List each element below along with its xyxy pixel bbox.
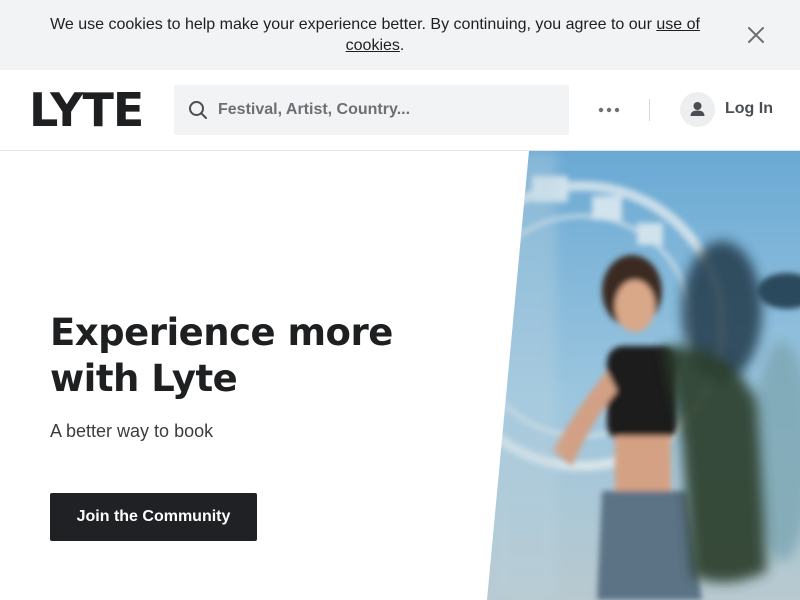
- avatar: [680, 92, 715, 127]
- login-button[interactable]: Log In: [680, 92, 780, 128]
- search-icon: [189, 101, 207, 119]
- site-header: LYTE Log In: [0, 70, 800, 151]
- cookie-message-text: We use cookies to help make your experie…: [50, 16, 657, 33]
- user-icon: [690, 102, 705, 116]
- search-bar[interactable]: [174, 85, 569, 135]
- join-community-button[interactable]: Join the Community: [50, 493, 257, 541]
- lyte-logo[interactable]: LYTE: [29, 87, 144, 133]
- header-divider: [649, 99, 650, 121]
- close-cookie-button[interactable]: [744, 23, 768, 47]
- cookie-banner: We use cookies to help make your experie…: [0, 0, 800, 70]
- login-label: Log In: [725, 100, 773, 117]
- cookie-message-end: .: [399, 37, 405, 54]
- search-input[interactable]: [218, 85, 558, 135]
- cookie-message: We use cookies to help make your experie…: [30, 14, 720, 56]
- hero-subtitle: A better way to book: [50, 421, 214, 441]
- more-options-button[interactable]: [592, 96, 626, 124]
- close-icon: [748, 27, 764, 43]
- more-horizontal-icon: [598, 107, 620, 113]
- hero-festival-photo: [487, 151, 800, 600]
- hero-title: Experience more with Lyte: [50, 311, 393, 400]
